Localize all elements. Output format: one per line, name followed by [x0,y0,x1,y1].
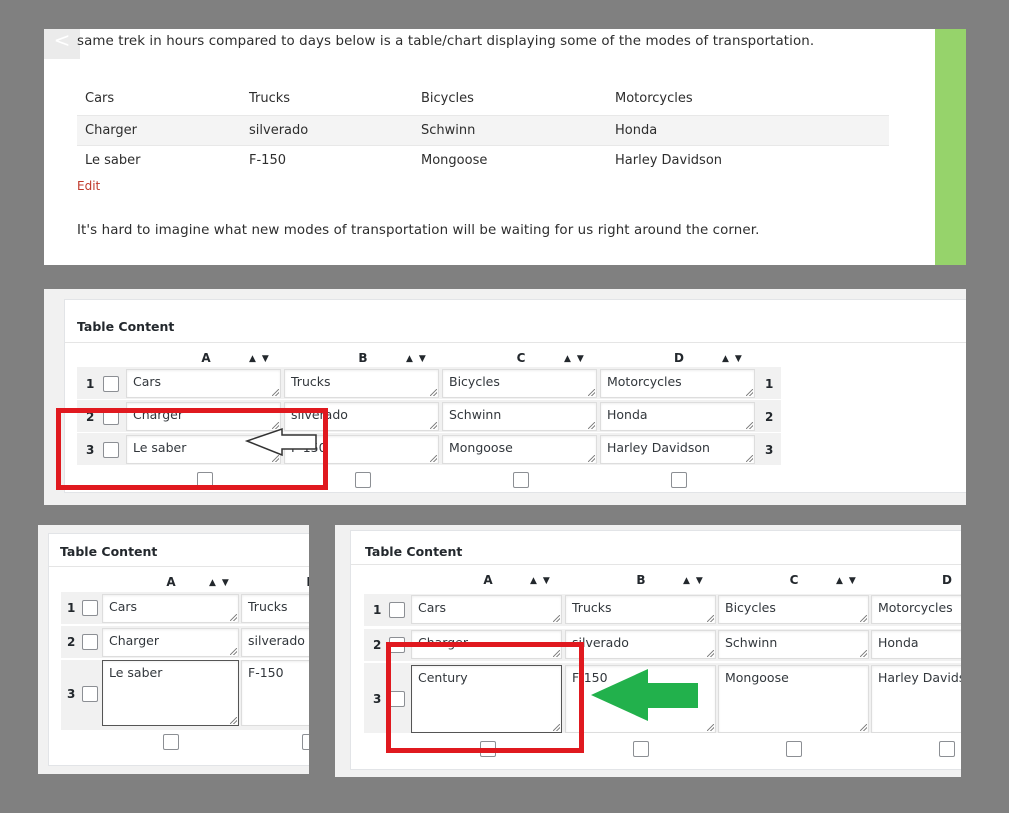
cell-input[interactable]: F-150 [241,660,309,726]
divider [65,342,966,343]
column-header-b: B [301,575,309,589]
row-select-checkbox[interactable] [82,686,98,702]
column-header-c: C [789,573,799,587]
row-number: 2 [373,638,382,652]
cell-input[interactable]: Honda [871,630,961,659]
cell-input[interactable]: Bicycles [442,369,597,398]
column-select-checkbox[interactable] [302,734,309,750]
cell-input[interactable]: Harley Davidson [871,665,961,733]
table-cell: Trucks [249,91,291,106]
row-number: 1 [373,603,382,617]
table-row: Cars Trucks Bicycles Motorcycles [77,84,889,115]
cell-input[interactable]: F-150 [565,665,716,733]
sort-arrows-b[interactable]: ▲▼ [683,576,709,586]
column-header-a: A [201,351,211,365]
highlight-box [56,408,328,490]
row-number: 3 [67,687,76,701]
back-icon[interactable]: < [54,29,71,52]
table-cell: Bicycles [421,91,474,106]
column-header-d: D [942,573,952,587]
row-select-checkbox[interactable] [82,634,98,650]
row-number: 1 [765,377,774,391]
table-cell: Charger [85,123,137,138]
cell-input[interactable]: Motorcycles [600,369,755,398]
row-number: 3 [765,443,774,457]
preview-table: Cars Trucks Bicycles Motorcycles Charger… [77,84,889,177]
cell-input[interactable]: silverado [241,628,309,657]
side-accent-bar [935,29,966,265]
sort-arrows-b[interactable]: ▲▼ [406,354,432,364]
divider [49,566,309,567]
table-cell: Schwinn [421,123,476,138]
cell-input[interactable]: Motorcycles [871,595,961,624]
sort-arrows-a[interactable]: ▲▼ [530,576,556,586]
column-select-checkbox[interactable] [633,741,649,757]
column-header-a: A [166,575,176,589]
row-number: 2 [67,635,76,649]
column-header-b: B [636,573,646,587]
row-number: 2 [765,410,774,424]
sort-arrows-d[interactable]: ▲▼ [722,354,748,364]
sort-arrows-c[interactable]: ▲▼ [564,354,590,364]
editor-box: Table Content A ▲▼ B 1 2 3 Cars Trucks C… [48,533,309,766]
panel-title: Table Content [365,544,463,559]
sort-arrows-c[interactable]: ▲▼ [836,576,862,586]
table-row: Le saber F-150 Mongoose Harley Davidson [77,146,889,177]
table-editor-editing: Table Content A ▲▼ B 1 2 3 Cars Trucks C… [38,525,309,774]
cell-input[interactable]: Bicycles [718,595,869,624]
cell-input[interactable]: Schwinn [718,630,869,659]
column-select-checkbox[interactable] [163,734,179,750]
column-header-b: B [358,351,368,365]
column-select-checkbox[interactable] [671,472,687,488]
cell-input[interactable]: Trucks [565,595,716,624]
cell-input[interactable]: Cars [126,369,281,398]
cell-input[interactable]: Harley Davidson [600,435,755,464]
cell-input[interactable]: Schwinn [442,402,597,431]
panel-title: Table Content [77,319,175,334]
column-select-checkbox[interactable] [939,741,955,757]
cell-input[interactable]: Trucks [284,369,439,398]
outro-paragraph: It's hard to imagine what new modes of t… [77,223,760,238]
cell-input[interactable]: Charger [102,628,239,657]
cell-input[interactable]: Mongoose [442,435,597,464]
row-select-checkbox[interactable] [389,602,405,618]
column-select-checkbox[interactable] [355,472,371,488]
column-select-checkbox[interactable] [786,741,802,757]
sort-arrows-a[interactable]: ▲▼ [249,354,275,364]
cell-input[interactable]: Cars [411,595,562,624]
panel-title: Table Content [60,544,158,559]
table-cell: Cars [85,91,115,106]
cell-textarea-active[interactable]: Le saber [102,660,239,726]
table-cell: F-150 [249,153,286,168]
back-button[interactable]: < [44,29,80,59]
table-cell: Motorcycles [615,91,693,106]
cell-input[interactable]: Honda [600,402,755,431]
row-number: 3 [373,692,382,706]
column-select-checkbox[interactable] [513,472,529,488]
table-cell: Mongoose [421,153,488,168]
table-cell: Honda [615,123,658,138]
table-row: Charger silverado Schwinn Honda [77,115,889,146]
cell-input[interactable]: silverado [565,630,716,659]
column-header-a: A [483,573,493,587]
intro-paragraph: same trek in hours compared to days belo… [77,34,815,49]
table-cell: silverado [249,123,309,138]
cell-input[interactable]: Mongoose [718,665,869,733]
row-select-checkbox[interactable] [103,376,119,392]
cell-input[interactable]: Cars [102,594,239,623]
row-number: 1 [67,601,76,615]
highlight-box [386,642,584,753]
divider [351,564,961,565]
front-end-preview: < same trek in hours compared to days be… [44,29,966,265]
sort-arrows-a[interactable]: ▲▼ [209,578,235,588]
row-number: 1 [86,377,95,391]
edit-link[interactable]: Edit [77,179,100,193]
table-cell: Harley Davidson [615,153,723,168]
row-select-checkbox[interactable] [82,600,98,616]
column-header-c: C [516,351,526,365]
column-header-d: D [674,351,684,365]
table-cell: Le saber [85,153,141,168]
cell-input[interactable]: Trucks [241,594,309,623]
